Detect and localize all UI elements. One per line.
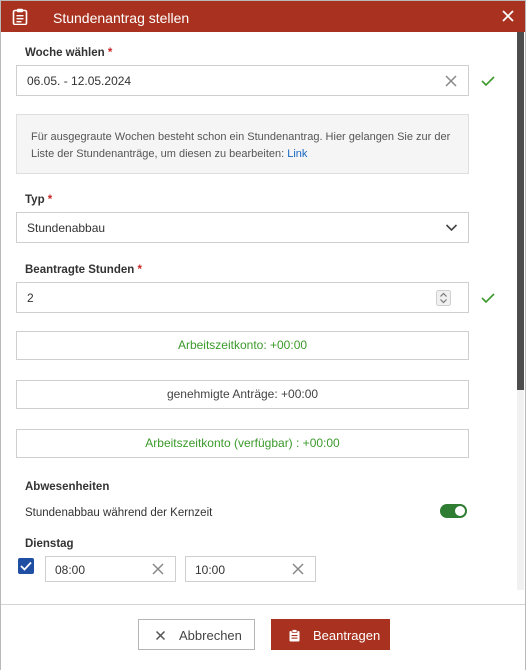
close-icon[interactable]: [499, 7, 517, 25]
type-select[interactable]: Stundenabbau: [16, 212, 469, 243]
scrollbar-thumb[interactable]: [517, 32, 524, 390]
stundenantrag-dialog: Stundenantrag stellen Woche wählen * 06.…: [0, 0, 526, 670]
time-from-input[interactable]: 08:00: [45, 556, 176, 582]
required-mark: *: [107, 47, 113, 59]
clipboard-icon: [289, 629, 300, 642]
clipboard-icon: [12, 8, 28, 25]
close-icon: [155, 630, 166, 641]
scrollbar-track[interactable]: [517, 390, 524, 590]
arbeitszeitkonto-box: Arbeitszeitkonto: +00:00: [16, 331, 469, 360]
week-value: 06.05. - 12.05.2024: [27, 74, 132, 88]
info-text: Für ausgegraute Wochen besteht schon ein…: [31, 131, 451, 160]
dialog-titlebar: Stundenantrag stellen: [1, 1, 525, 32]
clear-icon[interactable]: [151, 562, 165, 576]
time-to-value: 10:00: [195, 563, 226, 577]
submit-label: Beantragen: [313, 628, 381, 643]
valid-check-icon: [481, 76, 495, 86]
submit-button[interactable]: Beantragen: [271, 619, 390, 650]
required-mark: *: [137, 264, 142, 276]
week-label: Woche wählen *: [25, 47, 113, 59]
clear-icon[interactable]: [291, 562, 305, 576]
hours-label: Beantragte Stunden *: [25, 264, 142, 276]
core-time-label: Stundenabbau während der Kernzeit: [25, 507, 213, 519]
time-from-value: 08:00: [55, 563, 86, 577]
hours-input[interactable]: 2: [16, 282, 469, 313]
checkmark-icon: [20, 561, 32, 571]
type-value: Stundenabbau: [27, 221, 106, 235]
dialog-footer: Abbrechen Beantragen: [1, 604, 525, 670]
toggle-knob: [455, 506, 465, 516]
dialog-title: Stundenantrag stellen: [53, 10, 190, 26]
info-box: Für ausgegraute Wochen besteht schon ein…: [16, 114, 469, 174]
valid-check-icon: [481, 293, 495, 303]
core-time-toggle[interactable]: [440, 504, 467, 518]
info-link[interactable]: Link: [287, 148, 307, 160]
dialog-content[interactable]: Woche wählen * 06.05. - 12.05.2024 Für a…: [1, 32, 517, 604]
clear-icon[interactable]: [444, 74, 458, 88]
genehmigte-antraege-box: genehmigte Anträge: +00:00: [16, 380, 469, 409]
type-label: Typ *: [25, 194, 53, 206]
number-stepper-icon[interactable]: [436, 290, 451, 306]
day-checkbox[interactable]: [18, 558, 34, 574]
chevron-down-icon: [445, 224, 458, 232]
week-select[interactable]: 06.05. - 12.05.2024: [16, 65, 469, 96]
time-to-input[interactable]: 10:00: [185, 556, 316, 582]
required-mark: *: [47, 194, 53, 206]
hours-value: 2: [27, 291, 34, 305]
arbeitszeitkonto-verfuegbar-box: Arbeitszeitkonto (verfügbar) : +00:00: [16, 429, 469, 458]
cancel-button[interactable]: Abbrechen: [138, 619, 255, 650]
absences-heading: Abwesenheiten: [25, 481, 110, 493]
cancel-label: Abbrechen: [179, 628, 242, 643]
day-label: Dienstag: [25, 538, 74, 550]
